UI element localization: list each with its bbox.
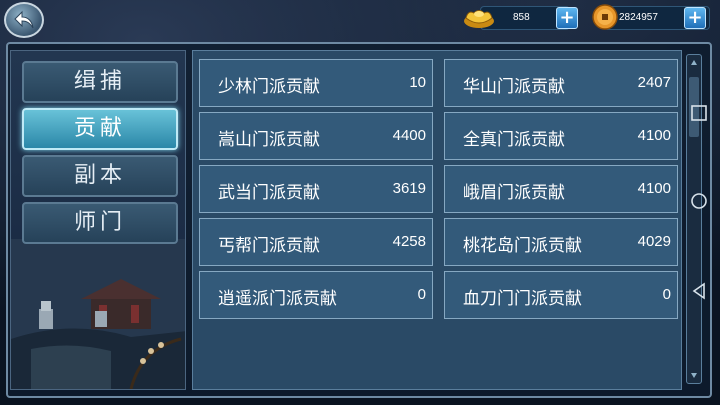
- tab-sect-label: 师门: [73, 210, 126, 235]
- tab-sect[interactable]: 师门: [22, 202, 178, 244]
- add-gold-button[interactable]: +: [556, 7, 578, 29]
- contribution-value: 4029: [637, 233, 671, 250]
- gold-amount: 858: [513, 12, 530, 23]
- list-item: 全真门派贡献 4100: [444, 112, 678, 160]
- contribution-label: 丐帮门派贡献: [218, 236, 320, 256]
- list-item: 少林门派贡献 10: [199, 59, 433, 107]
- list-item: 嵩山门派贡献 4400: [199, 112, 433, 160]
- list-item: 峨眉门派贡献 4100: [444, 165, 678, 213]
- contribution-value: 4100: [637, 180, 671, 197]
- list-item: 丐帮门派贡献 4258: [199, 218, 433, 266]
- contribution-label: 嵩山门派贡献: [218, 130, 320, 150]
- scroll-up-icon[interactable]: [690, 59, 698, 67]
- tab-arrest[interactable]: 缉捕: [22, 61, 178, 103]
- copper-coin-icon: [592, 4, 618, 30]
- coin-amount: 2824957: [619, 12, 658, 23]
- contribution-value: 10: [409, 74, 426, 91]
- back-button[interactable]: [4, 2, 44, 38]
- list-item: 武当门派贡献 3619: [199, 165, 433, 213]
- contribution-value: 0: [662, 286, 671, 303]
- list-item: 华山门派贡献 2407: [444, 59, 678, 107]
- tab-contribution-label: 贡献: [73, 116, 126, 141]
- gold-ingot-icon: [464, 10, 494, 28]
- contribution-label: 峨眉门派贡献: [463, 183, 565, 203]
- contribution-value: 3619: [392, 180, 426, 197]
- contribution-label: 桃花岛门派贡献: [463, 236, 582, 256]
- tab-contribution[interactable]: 贡献: [22, 108, 178, 150]
- contribution-value: 4100: [637, 127, 671, 144]
- contribution-label: 武当门派贡献: [218, 183, 320, 203]
- add-coin-button[interactable]: +: [684, 7, 706, 29]
- tab-arrest-label: 缉捕: [73, 69, 126, 94]
- contribution-label: 全真门派贡献: [463, 130, 565, 150]
- tab-dungeon-label: 副本: [73, 163, 126, 188]
- list-item: 血刀门门派贡献 0: [444, 271, 678, 319]
- contribution-value: 4400: [392, 127, 426, 144]
- landscape-illustration: [11, 239, 185, 389]
- contribution-label: 华山门派贡献: [463, 77, 565, 97]
- recent-apps-icon[interactable]: [690, 104, 708, 122]
- scroll-down-icon[interactable]: [690, 371, 698, 379]
- contribution-value: 4258: [392, 233, 426, 250]
- list-item: 桃花岛门派贡献 4029: [444, 218, 678, 266]
- back-nav-icon[interactable]: [690, 282, 708, 300]
- back-arrow-icon: [14, 10, 34, 29]
- contribution-label: 血刀门门派贡献: [463, 289, 582, 309]
- contribution-label: 逍遥派门派贡献: [218, 289, 337, 309]
- contribution-label: 少林门派贡献: [218, 77, 320, 97]
- contribution-value: 0: [417, 286, 426, 303]
- list-item: 逍遥派门派贡献 0: [199, 271, 433, 319]
- home-icon[interactable]: [690, 192, 708, 210]
- tab-dungeon[interactable]: 副本: [22, 155, 178, 197]
- contribution-value: 2407: [637, 74, 671, 91]
